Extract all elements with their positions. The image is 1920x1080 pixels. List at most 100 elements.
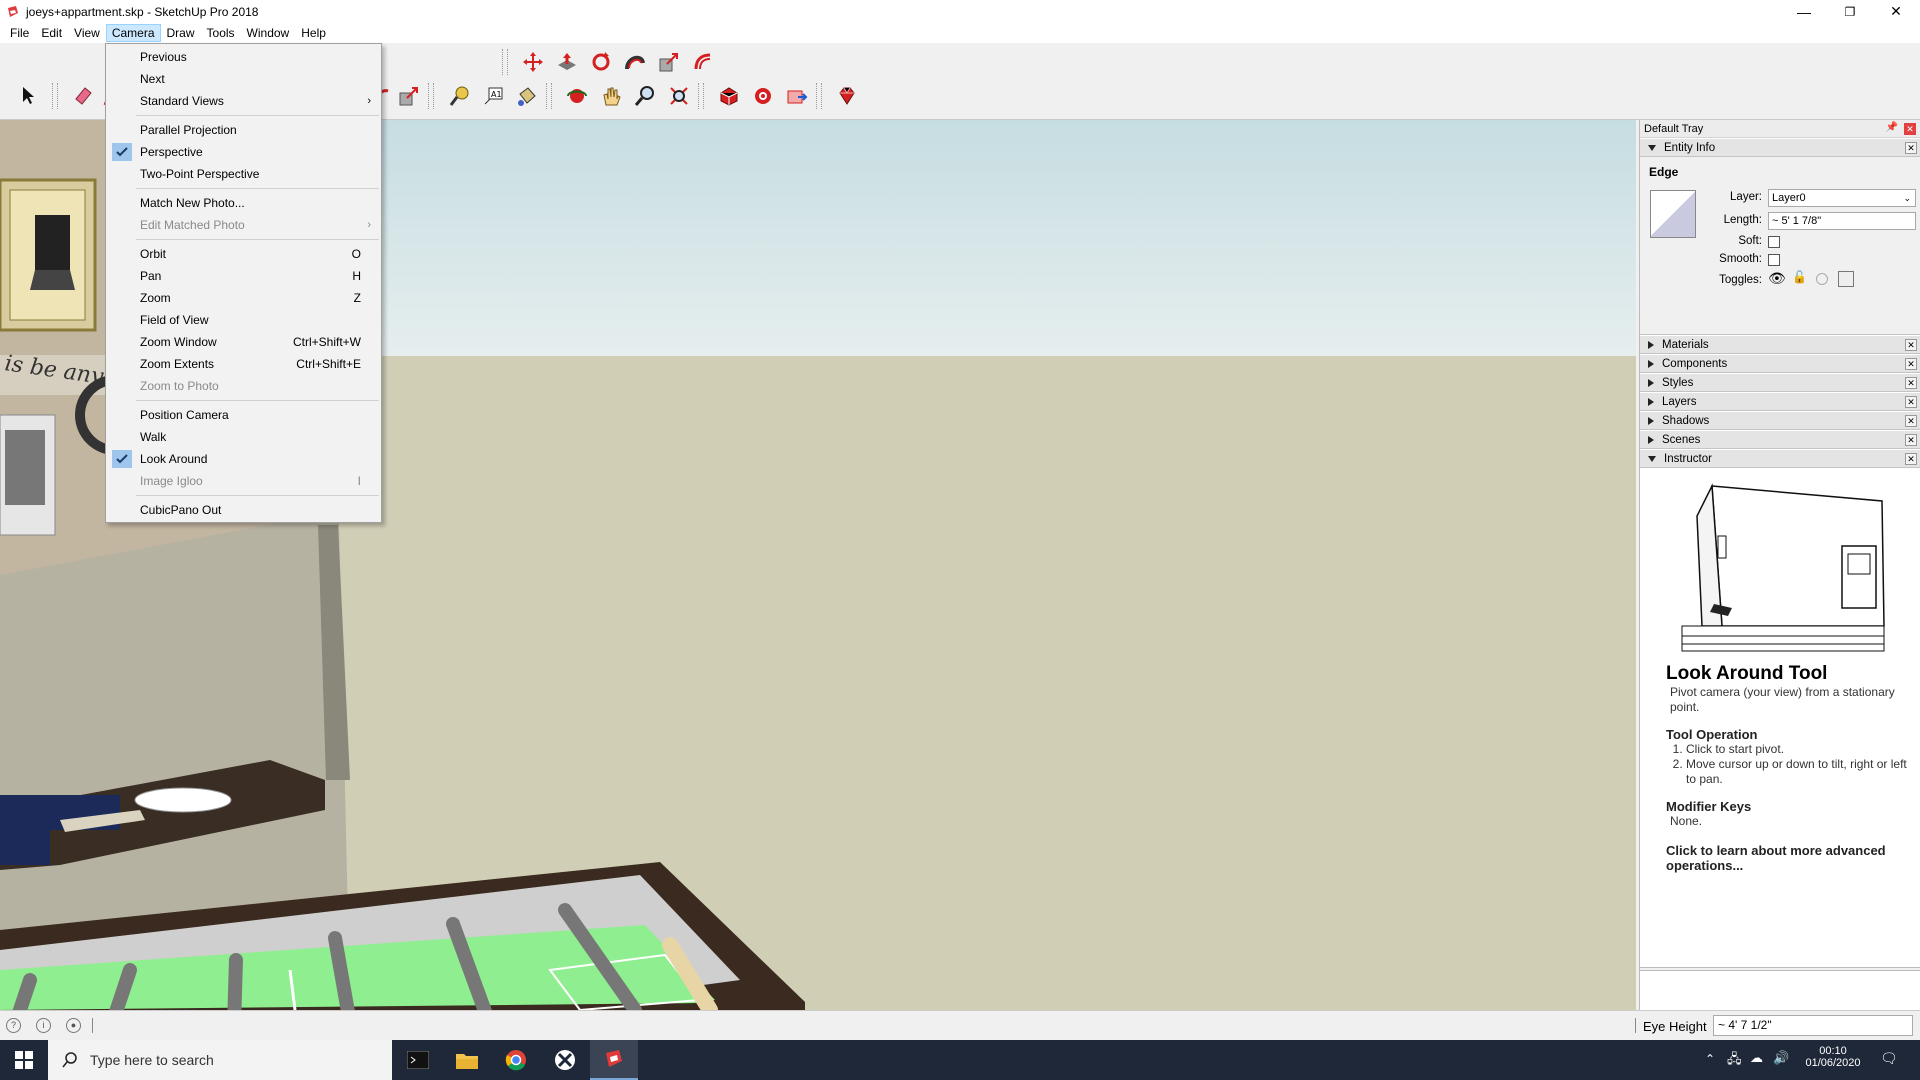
menu-file[interactable]: File [4, 24, 35, 42]
menu-item-perspective[interactable]: Perspective [106, 141, 381, 163]
user-account-icon[interactable]: ● [66, 1018, 81, 1033]
geolocation-icon[interactable]: ? [6, 1018, 21, 1033]
toolbar-grip[interactable] [698, 83, 704, 109]
taskbar-search-box[interactable]: Type here to search [48, 1040, 392, 1080]
menu-view[interactable]: View [68, 24, 106, 42]
layer-select[interactable]: Layer0 ⌄ [1768, 189, 1916, 207]
menu-item-walk[interactable]: Walk [106, 426, 381, 448]
panel-header-instructor[interactable]: Instructor ✕ [1640, 449, 1920, 468]
tray-close-icon[interactable]: ✕ [1904, 123, 1916, 135]
scale-icon-2[interactable] [394, 81, 424, 111]
zoom-icon[interactable] [630, 81, 660, 111]
xbox-icon[interactable] [541, 1040, 589, 1080]
soft-checkbox[interactable] [1768, 236, 1780, 248]
file-explorer-icon[interactable] [443, 1040, 491, 1080]
menu-item-next[interactable]: Next [106, 68, 381, 90]
toolbar-grip[interactable] [502, 49, 508, 75]
pin-icon[interactable]: 📌 [1886, 122, 1898, 133]
panel-close-icon[interactable]: ✕ [1905, 396, 1917, 408]
chrome-icon[interactable] [492, 1040, 540, 1080]
toolbar-grip[interactable] [546, 83, 552, 109]
panel-close-icon[interactable]: ✕ [1905, 377, 1917, 389]
share-model-icon[interactable] [782, 81, 812, 111]
scale-icon[interactable] [654, 47, 684, 77]
menu-item-previous[interactable]: Previous [106, 46, 381, 68]
taskbar-clock[interactable]: 00:10 01/06/2020 [1799, 1045, 1867, 1069]
follow-me-icon[interactable] [620, 47, 650, 77]
tape-measure-icon[interactable] [444, 81, 474, 111]
smooth-checkbox[interactable] [1768, 254, 1780, 266]
lock-icon[interactable]: 🔓 [1792, 270, 1807, 284]
panel-header-components[interactable]: Components ✕ [1640, 354, 1920, 373]
material-swatch[interactable] [1650, 190, 1696, 238]
cast-shadows-icon[interactable] [1838, 271, 1854, 287]
menu-item-orbit[interactable]: Orbit O [106, 243, 381, 265]
menu-item-zoom-window[interactable]: Zoom Window Ctrl+Shift+W [106, 331, 381, 353]
ruby-console-icon[interactable] [832, 81, 862, 111]
start-button[interactable] [0, 1040, 48, 1080]
network-icon[interactable]: 🖧 [1727, 1050, 1742, 1072]
sketchup-taskbar-icon[interactable] [590, 1040, 638, 1080]
paint-bucket-icon[interactable] [512, 81, 542, 111]
menu-item-zoom-extents[interactable]: Zoom Extents Ctrl+Shift+E [106, 353, 381, 375]
menu-camera[interactable]: Camera [105, 24, 161, 42]
offset-icon[interactable] [688, 47, 718, 77]
terminal-app-icon[interactable] [394, 1040, 442, 1080]
menu-item-field-of-view[interactable]: Field of View [106, 309, 381, 331]
warehouse-icon[interactable] [714, 81, 744, 111]
learn-more-link[interactable]: Click to learn about more advanced opera… [1666, 843, 1910, 873]
push-pull-icon[interactable] [552, 47, 582, 77]
menu-draw[interactable]: Draw [161, 24, 201, 42]
menu-tools[interactable]: Tools [201, 24, 241, 42]
panel-header-materials[interactable]: Materials ✕ [1640, 335, 1920, 354]
menu-item-cubicpano-out[interactable]: CubicPano Out [106, 499, 381, 521]
eye-visibility-icon[interactable]: 👁 [1768, 270, 1786, 287]
move-icon[interactable] [518, 47, 548, 77]
panel-close-icon[interactable]: ✕ [1905, 415, 1917, 427]
panel-header-scenes[interactable]: Scenes ✕ [1640, 430, 1920, 449]
orbit-icon[interactable] [562, 81, 592, 111]
menu-item-pan[interactable]: Pan H [106, 265, 381, 287]
menu-item-two-point-perspective[interactable]: Two-Point Perspective [106, 163, 381, 185]
credits-icon[interactable]: i [36, 1018, 51, 1033]
select-icon[interactable] [14, 81, 44, 111]
toolbar-grip[interactable] [816, 83, 822, 109]
show-hidden-icons-icon[interactable]: ⌃ [1705, 1052, 1715, 1066]
text-icon[interactable]: A1 [478, 81, 508, 111]
extension-warehouse-icon[interactable] [748, 81, 778, 111]
onedrive-icon[interactable]: ☁ [1750, 1050, 1763, 1066]
rotate-icon[interactable] [586, 47, 616, 77]
panel-header-styles[interactable]: Styles ✕ [1640, 373, 1920, 392]
menu-item-position-camera[interactable]: Position Camera [106, 404, 381, 426]
notifications-icon[interactable]: 🗨 [1880, 1050, 1898, 1067]
eraser-icon[interactable] [68, 81, 98, 111]
volume-icon[interactable]: 🔊 [1773, 1050, 1789, 1066]
menu-window[interactable]: Window [241, 24, 296, 42]
menu-item-parallel-projection[interactable]: Parallel Projection [106, 119, 381, 141]
menu-item-standard-views[interactable]: Standard Views › [106, 90, 381, 112]
menu-item-match-new-photo[interactable]: Match New Photo... [106, 192, 381, 214]
minimize-button[interactable]: — [1781, 0, 1827, 23]
toolbar-grip[interactable] [428, 83, 434, 109]
panel-header-entity-info[interactable]: Entity Info ✕ [1640, 138, 1920, 157]
panel-close-icon[interactable]: ✕ [1905, 434, 1917, 446]
panel-close-icon[interactable]: ✕ [1905, 453, 1917, 465]
close-button[interactable]: ✕ [1873, 0, 1919, 23]
toolbar-grip[interactable] [52, 83, 58, 109]
pan-icon[interactable] [596, 81, 626, 111]
checkmark-icon [112, 143, 132, 161]
measurements-box[interactable]: ~ 4' 7 1/2" [1713, 1015, 1913, 1036]
menu-item-zoom[interactable]: Zoom Z [106, 287, 381, 309]
zoom-extents-icon[interactable] [664, 81, 694, 111]
panel-header-shadows[interactable]: Shadows ✕ [1640, 411, 1920, 430]
menu-help[interactable]: Help [295, 24, 332, 42]
restore-button[interactable]: ❐ [1827, 0, 1873, 23]
panel-header-layers[interactable]: Layers ✕ [1640, 392, 1920, 411]
panel-close-icon[interactable]: ✕ [1905, 339, 1917, 351]
menu-item-look-around[interactable]: Look Around [106, 448, 381, 470]
panel-close-icon[interactable]: ✕ [1905, 358, 1917, 370]
length-field[interactable]: ~ 5' 1 7/8" [1768, 212, 1916, 230]
receive-shadows-icon[interactable] [1816, 273, 1828, 285]
menu-edit[interactable]: Edit [35, 24, 68, 42]
panel-close-icon[interactable]: ✕ [1905, 142, 1917, 154]
